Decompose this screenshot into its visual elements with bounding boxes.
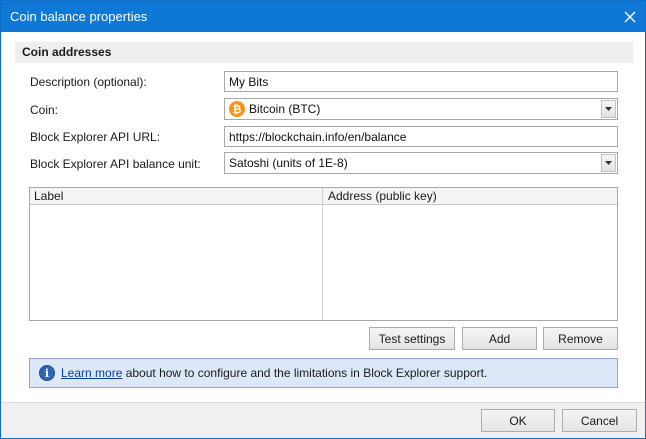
test-settings-button[interactable]: Test settings [369,327,455,350]
coin-balance-properties-dialog: Coin balance properties Coin addresses D… [0,0,646,439]
dialog-content: Coin addresses Description (optional): C… [1,32,645,402]
address-grid[interactable]: Label Address (public key) [29,187,618,321]
group-header: Coin addresses [15,42,633,63]
window-title: Coin balance properties [10,9,148,24]
title-bar: Coin balance properties [1,1,645,32]
close-button[interactable] [615,1,645,32]
info-message: Learn more about how to configure and th… [61,366,487,380]
dialog-footer: OK Cancel [1,402,645,438]
balance-unit-select[interactable]: Satoshi (units of 1E-8) [224,152,618,174]
coin-label: Coin: [30,103,59,117]
api-url-input[interactable] [224,126,618,147]
chevron-down-icon [605,161,612,165]
chevron-down-icon [605,107,612,111]
description-input[interactable] [224,71,618,92]
coin-select[interactable]: ₿ Bitcoin (BTC) [224,98,618,120]
coin-select-value: Bitcoin (BTC) [249,102,321,116]
column-header-label[interactable]: Label [34,189,63,203]
ok-button[interactable]: OK [481,409,555,432]
api-url-label: Block Explorer API URL: [30,130,161,144]
coin-dropdown-button[interactable] [601,100,616,118]
description-label: Description (optional): [30,75,147,89]
info-icon: i [39,365,55,381]
balance-unit-label: Block Explorer API balance unit: [30,157,201,171]
cancel-button[interactable]: Cancel [562,409,637,432]
balance-unit-dropdown-button[interactable] [601,154,616,172]
group-title: Coin addresses [22,45,112,59]
grid-header: Label Address (public key) [30,188,617,205]
remove-button[interactable]: Remove [543,327,618,350]
column-header-address[interactable]: Address (public key) [328,189,437,203]
learn-more-link[interactable]: Learn more [61,366,122,380]
add-button[interactable]: Add [462,327,537,350]
bitcoin-icon: ₿ [229,101,245,117]
close-icon [624,11,636,22]
column-divider [322,188,323,320]
balance-unit-select-value: Satoshi (units of 1E-8) [229,156,348,170]
info-text: about how to configure and the limitatio… [122,366,488,380]
info-bar: i Learn more about how to configure and … [29,358,618,388]
